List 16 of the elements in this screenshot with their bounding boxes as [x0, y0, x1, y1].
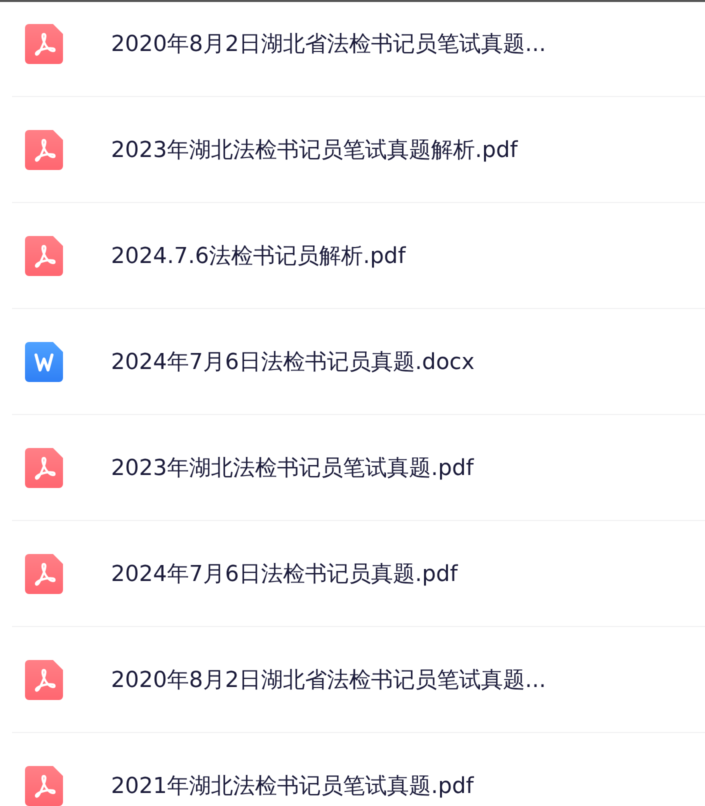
file-name[interactable]: 2024年7月6日法检书记员真题.pdf	[111, 558, 458, 588]
file-name[interactable]: 2020年8月2日湖北省法检书记员笔试真题...	[111, 664, 546, 694]
pdf-file-icon	[25, 24, 63, 64]
pdf-file-icon	[25, 448, 63, 488]
pdf-file-icon	[25, 236, 63, 276]
pdf-file-icon	[25, 554, 63, 594]
file-name[interactable]: 2020年8月2日湖北省法检书记员笔试真题...	[111, 28, 546, 58]
file-name[interactable]: 2021年湖北法检书记员笔试真题.pdf	[111, 770, 474, 800]
file-name[interactable]: 2024.7.6法检书记员解析.pdf	[111, 240, 406, 270]
pdf-file-icon	[25, 130, 63, 170]
word-file-icon	[25, 342, 63, 382]
file-name[interactable]: 2023年湖北法检书记员笔试真题解析.pdf	[111, 134, 518, 164]
pdf-file-icon	[25, 766, 63, 806]
file-name[interactable]: 2023年湖北法检书记员笔试真题.pdf	[111, 452, 474, 482]
pdf-file-icon	[25, 660, 63, 700]
file-name[interactable]: 2024年7月6日法检书记员真题.docx	[111, 346, 475, 376]
